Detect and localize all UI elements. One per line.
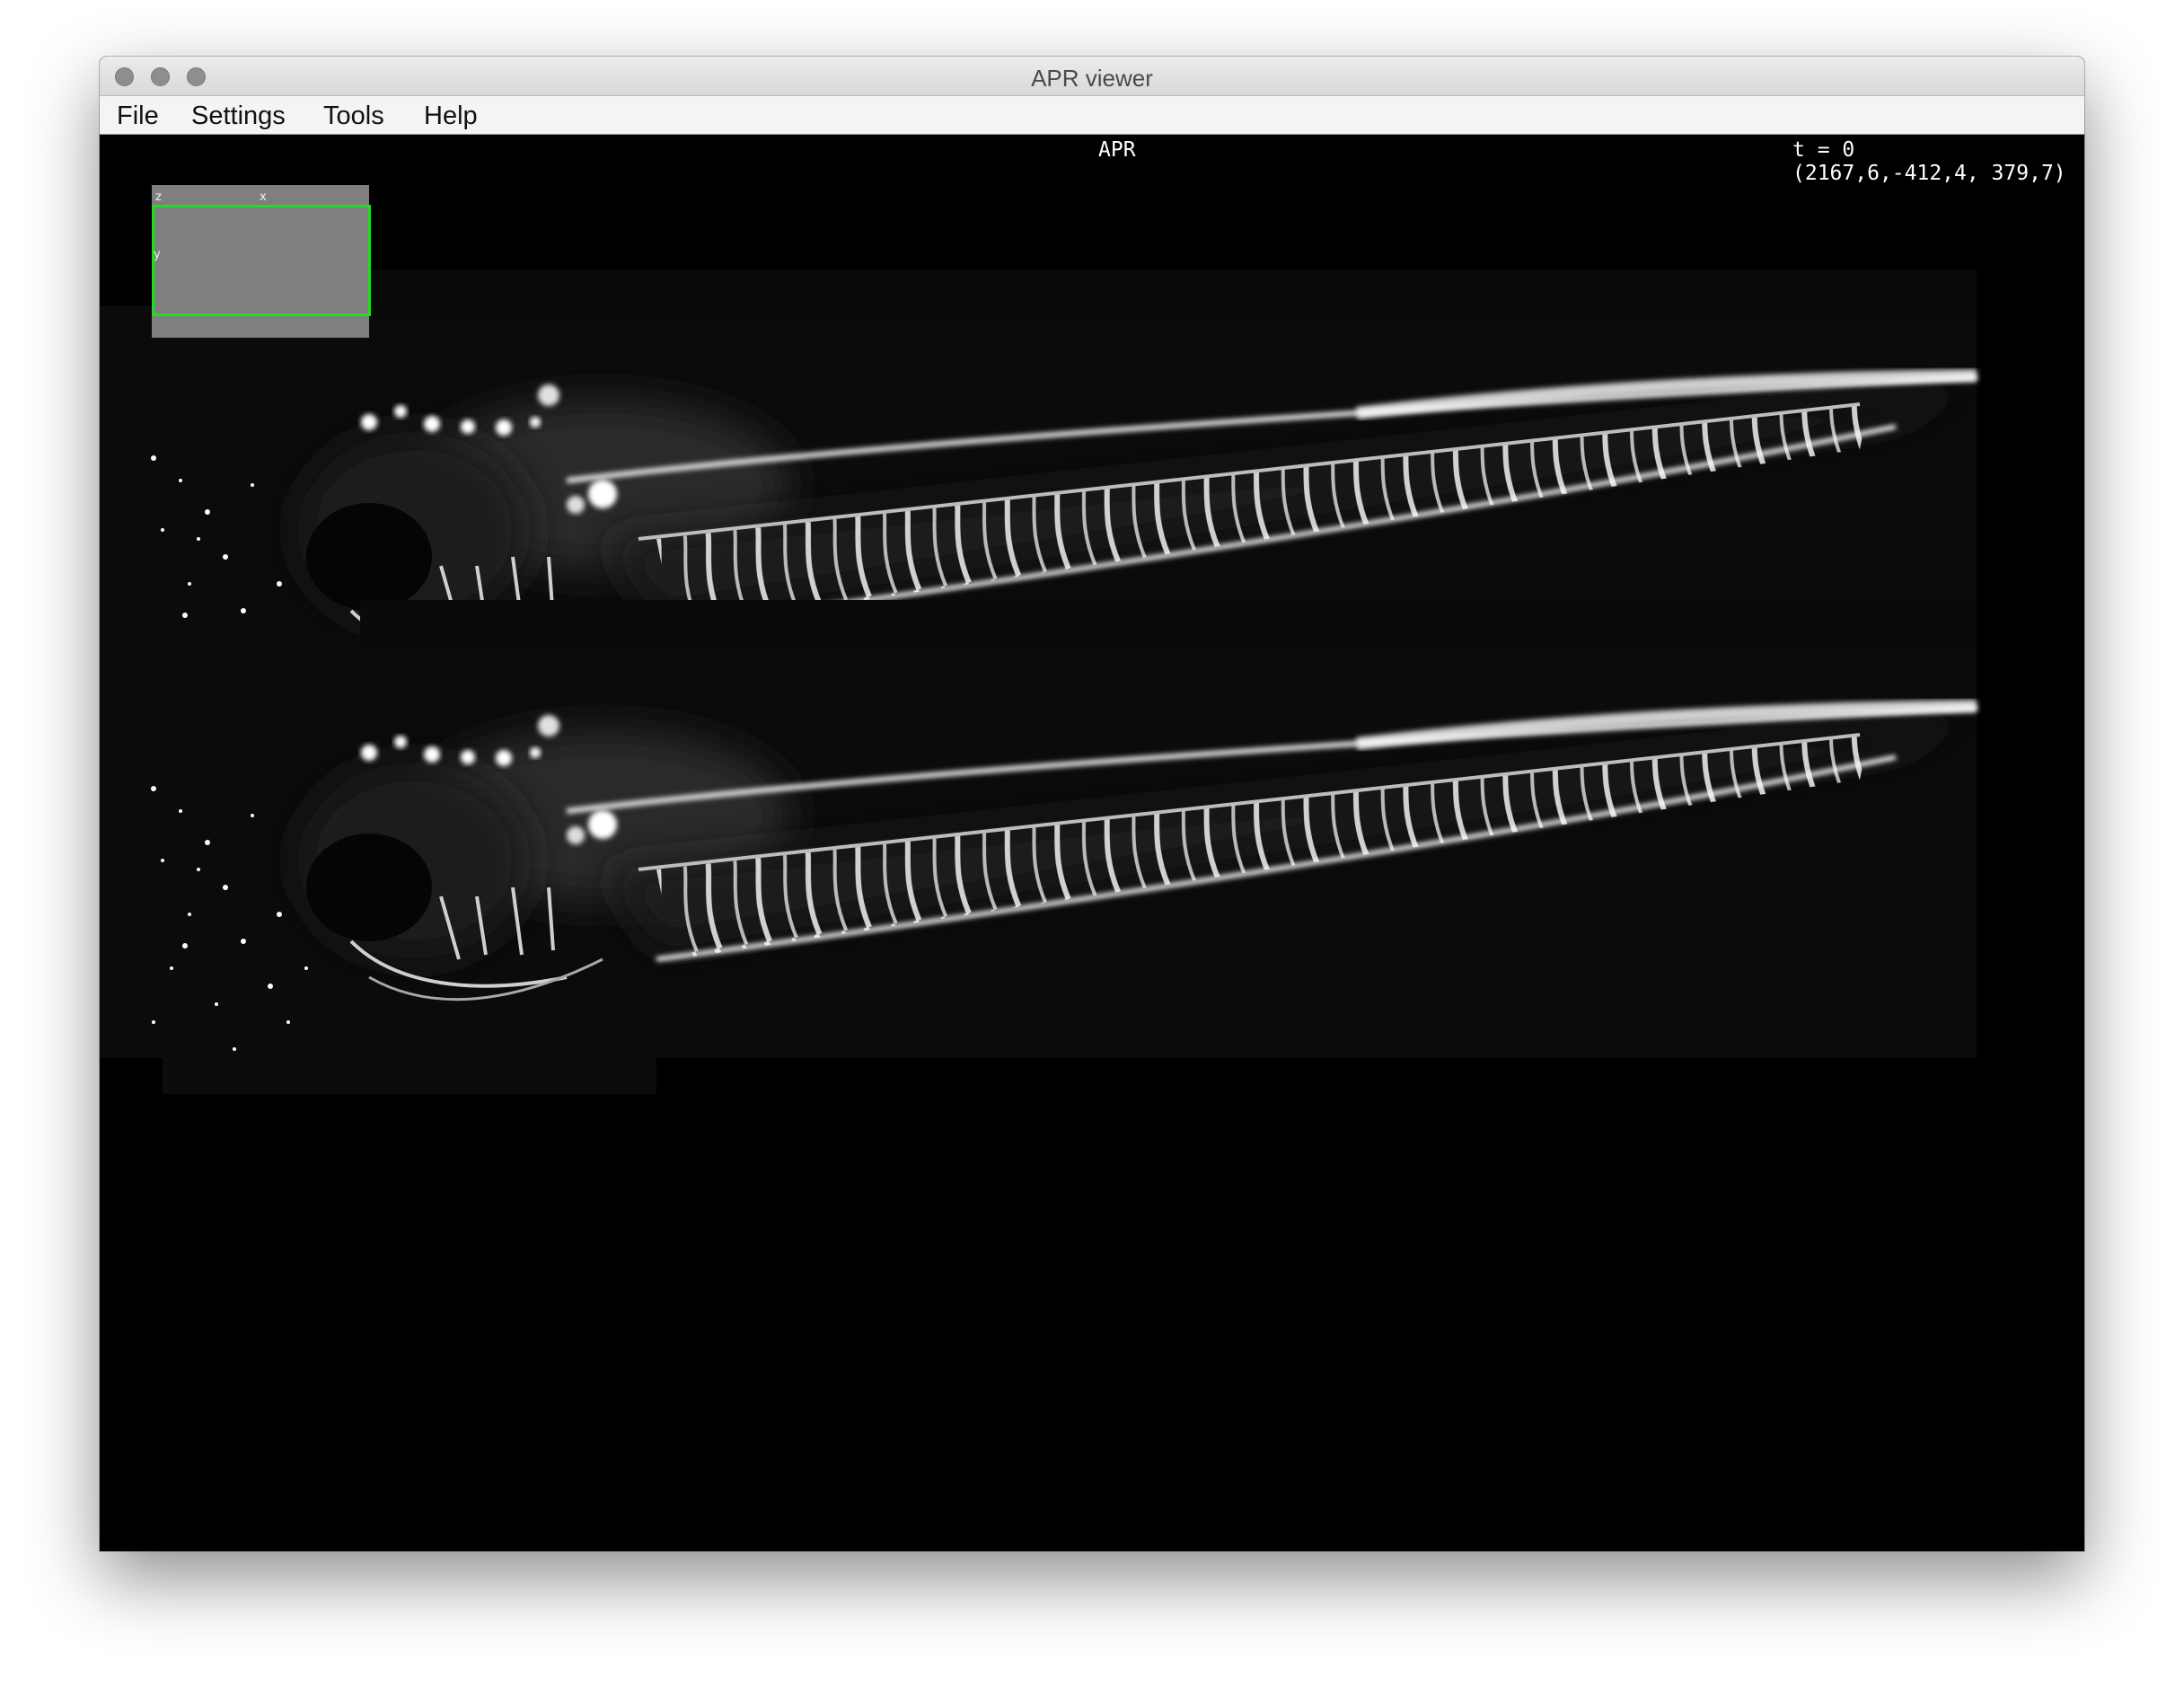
fish-render-bottom <box>100 600 1977 1094</box>
window-title: APR viewer <box>1031 65 1153 92</box>
menu-file[interactable]: File <box>117 101 159 131</box>
renderer-label: APR <box>1098 138 1136 162</box>
volume-render <box>100 135 2084 1551</box>
axis-z-label: z <box>155 190 162 204</box>
axis-x-label: x <box>260 190 267 204</box>
overview-view-frame[interactable] <box>152 205 371 316</box>
apr-viewer-window: APR viewer File Settings Tools Help APR … <box>100 57 2084 1551</box>
menu-settings[interactable]: Settings <box>191 101 286 131</box>
menu-tools[interactable]: Tools <box>323 101 384 131</box>
title-bar[interactable]: APR viewer <box>100 57 2084 96</box>
time-label: t = 0 <box>1792 138 1855 162</box>
axis-y-label: y <box>154 248 161 261</box>
menu-bar: File Settings Tools Help <box>100 96 2084 135</box>
overview-minimap[interactable]: z x y <box>152 185 371 338</box>
render-canvas[interactable]: APR t = 0 (2167,6,-412,4, 379,7) z x y <box>100 135 2084 1551</box>
camera-coordinates: (2167,6,-412,4, 379,7) <box>1792 162 2066 185</box>
menu-help[interactable]: Help <box>424 101 478 131</box>
